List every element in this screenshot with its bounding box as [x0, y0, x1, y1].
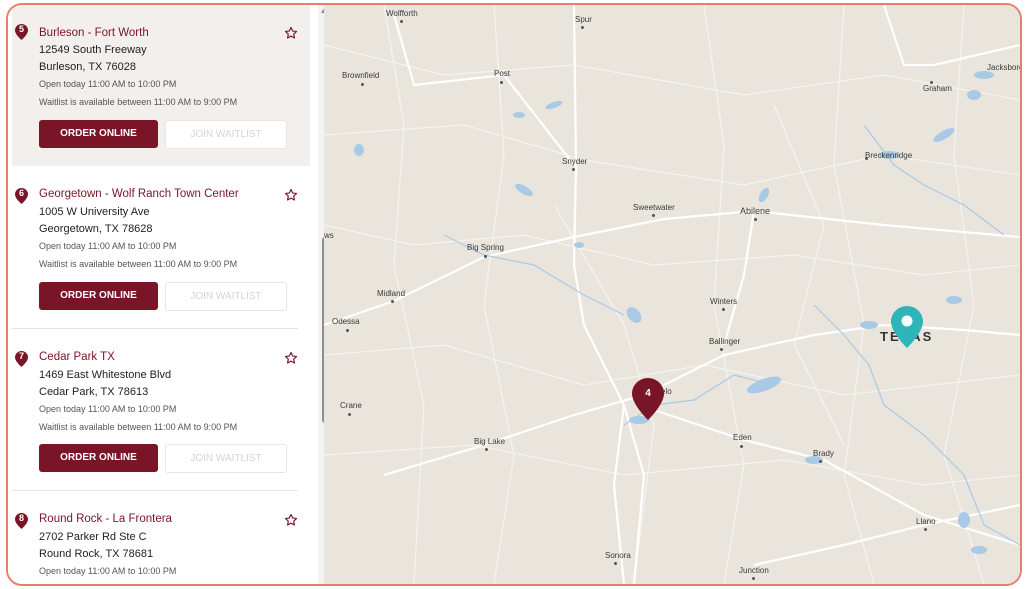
- hours-text: Open today 11:00 AM to 10:00 PM: [39, 79, 177, 89]
- city-dot: [484, 255, 487, 258]
- location-number: 7: [18, 351, 24, 361]
- locations-panel[interactable]: 5 Burleson - Fort Worth 12549 South Free…: [8, 5, 318, 584]
- city-dot: [652, 214, 655, 217]
- city-label: Junction: [739, 566, 769, 575]
- favorite-star-icon[interactable]: [284, 188, 298, 202]
- waitlist-text: Waitlist is available between 11:00 AM t…: [39, 259, 238, 269]
- join-waitlist-button[interactable]: JOIN WAITLIST: [165, 120, 287, 149]
- city-label: Crane: [340, 401, 362, 410]
- location-card-8[interactable]: 8 Round Rock - La Frontera 2702 Parker R…: [12, 491, 310, 584]
- location-number-marker: 7: [14, 350, 29, 368]
- city-dot: [930, 81, 933, 84]
- city-label: Ballinger: [709, 337, 741, 346]
- city-label: Llano: [916, 517, 936, 526]
- app-frame: 5 Burleson - Fort Worth 12549 South Free…: [6, 3, 1022, 586]
- city-label: Midland: [377, 289, 406, 298]
- address-line-2: Burleson, TX 76028: [39, 61, 137, 73]
- order-online-button[interactable]: ORDER ONLINE: [39, 120, 158, 148]
- city-label: Big Spring: [467, 243, 504, 252]
- city-dot: [500, 81, 503, 84]
- favorite-star-icon[interactable]: [284, 513, 298, 527]
- city-label: Odessa: [332, 317, 360, 326]
- location-card-6[interactable]: 6 Georgetown - Wolf Ranch Town Center 10…: [12, 166, 310, 329]
- map-base: [324, 5, 1020, 584]
- address-line-1: 1005 W University Ave: [39, 206, 150, 218]
- map-view[interactable]: Wolfforth Spur Jacksboro Graham Brownfie…: [324, 5, 1020, 584]
- location-name[interactable]: Burleson - Fort Worth: [39, 27, 149, 39]
- city-label: Snyder: [562, 157, 588, 166]
- city-dot: [614, 562, 617, 565]
- city-dot: [720, 348, 723, 351]
- city-dot: [722, 308, 725, 311]
- city-dot: [400, 20, 403, 23]
- city-dot: [581, 26, 584, 29]
- location-cluster-marker[interactable]: 4: [631, 377, 665, 421]
- city-label: Winters: [710, 297, 738, 306]
- city-label: Wolfforth: [386, 9, 418, 18]
- location-card-7[interactable]: 7 Cedar Park TX 1469 East Whitestone Blv…: [12, 329, 310, 491]
- city-dot: [391, 300, 394, 303]
- favorite-star-icon[interactable]: [284, 351, 298, 365]
- city-label: Big Lake: [474, 437, 506, 446]
- location-number-marker: 6: [14, 187, 29, 205]
- location-number: 6: [18, 188, 24, 198]
- address-line-2: Round Rock, TX 78681: [39, 548, 154, 560]
- city-label: Post: [494, 69, 511, 78]
- location-name[interactable]: Cedar Park TX: [39, 351, 115, 363]
- address-line-1: 2702 Parker Rd Ste C: [39, 531, 147, 543]
- map-pin-icon: [632, 378, 664, 420]
- city-label: ws: [324, 231, 334, 240]
- city-label: Brady: [813, 449, 834, 458]
- city-label: Sonora: [605, 551, 631, 560]
- city-dot: [865, 157, 868, 160]
- order-online-button[interactable]: ORDER ONLINE: [39, 444, 158, 472]
- cluster-count: 4: [645, 388, 651, 399]
- location-pin-icon: [891, 306, 923, 348]
- city-dot: [819, 460, 822, 463]
- location-name[interactable]: Georgetown - Wolf Ranch Town Center: [39, 188, 239, 200]
- hours-text: Open today 11:00 AM to 10:00 PM: [39, 404, 177, 414]
- city-dot: [754, 218, 757, 221]
- address-line-2: Cedar Park, TX 78613: [39, 386, 149, 398]
- join-waitlist-button[interactable]: JOIN WAITLIST: [165, 444, 287, 473]
- city-dot: [740, 445, 743, 448]
- join-waitlist-button[interactable]: JOIN WAITLIST: [165, 282, 287, 311]
- location-card-5[interactable]: 5 Burleson - Fort Worth 12549 South Free…: [12, 5, 310, 166]
- waitlist-text: Waitlist is available between 11:00 AM t…: [39, 422, 238, 432]
- city-dot: [752, 577, 755, 580]
- city-dot: [924, 528, 927, 531]
- city-dot: [361, 83, 364, 86]
- location-number-marker: 8: [14, 512, 29, 530]
- waitlist-text: Waitlist is available between 11:00 AM t…: [39, 97, 238, 107]
- location-number-marker: 5: [14, 23, 29, 41]
- city-label: Eden: [733, 433, 752, 442]
- city-label: Jacksboro: [987, 63, 1020, 72]
- address-line-2: Georgetown, TX 78628: [39, 223, 153, 235]
- location-number: 8: [18, 513, 24, 523]
- current-location-marker[interactable]: [890, 305, 924, 349]
- city-label: Brownfield: [342, 71, 380, 80]
- city-dot: [485, 448, 488, 451]
- city-dot: [348, 413, 351, 416]
- city-label: Breckenridge: [865, 151, 913, 160]
- address-line-1: 1469 East Whitestone Blvd: [39, 369, 172, 381]
- location-number: 5: [18, 24, 24, 34]
- city-label: Abilene: [740, 206, 771, 216]
- favorite-star-icon[interactable]: [284, 26, 298, 40]
- location-name[interactable]: Round Rock - La Frontera: [39, 513, 172, 525]
- address-line-1: 12549 South Freeway: [39, 44, 147, 56]
- hours-text: Open today 11:00 AM to 10:00 PM: [39, 241, 177, 251]
- city-label: Graham: [923, 84, 952, 93]
- hours-text: Open today 11:00 AM to 10:00 PM: [39, 566, 177, 576]
- order-online-button[interactable]: ORDER ONLINE: [39, 282, 158, 310]
- city-label: Spur: [575, 15, 592, 24]
- city-dot: [346, 329, 349, 332]
- city-dot: [572, 168, 575, 171]
- city-label: Sweetwater: [633, 203, 675, 212]
